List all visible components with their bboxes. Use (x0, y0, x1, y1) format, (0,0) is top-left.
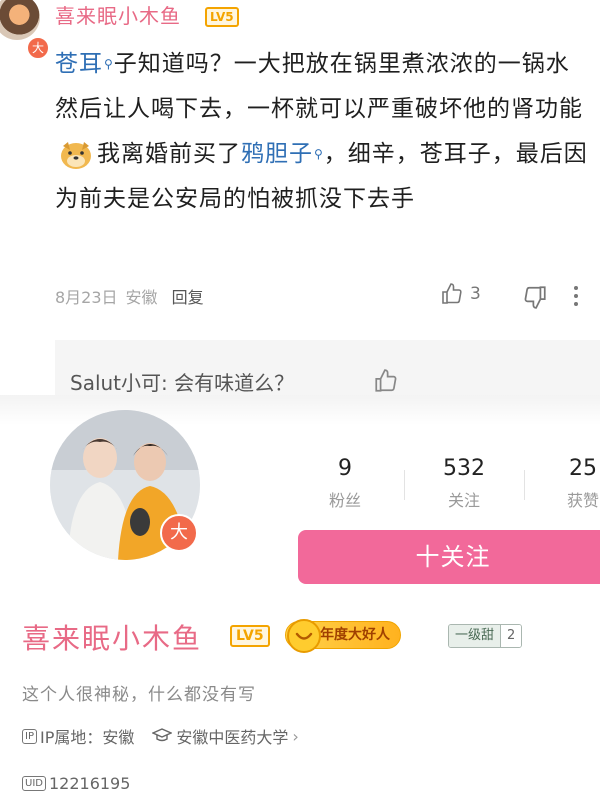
comment-meta: 8月23日 安徽 回复 (55, 284, 212, 308)
school-link[interactable]: 安徽中医药大学 › (152, 724, 299, 748)
ip-tag-icon: IP (22, 728, 37, 744)
like-count: 3 (470, 284, 481, 304)
sub-reply-text: Salut小可: 会有味道么？ (70, 371, 295, 395)
stat-label: 获赞 (566, 491, 599, 510)
like-button[interactable]: 3 (440, 282, 481, 306)
sweet-badge-label: 一级甜 (449, 625, 501, 647)
stat-value: 532 (443, 456, 485, 481)
more-vertical-icon[interactable] (572, 284, 580, 308)
ip-location: IP属地：安徽 (39, 728, 135, 747)
profile-info-row: IP IP属地：安徽 安徽中医药大学 › (22, 724, 299, 748)
stat-following[interactable]: 532 关注 (409, 456, 519, 511)
profile-name: 喜来眠小木鱼 (22, 622, 203, 655)
stat-value: 25 (569, 456, 597, 481)
uid-row: UID 12216195 (22, 774, 130, 793)
follow-button[interactable]: 十关注 (298, 530, 600, 584)
magnifier-icon: ⚲ (314, 147, 324, 161)
chevron-right-icon: › (292, 726, 299, 746)
thumb-up-icon[interactable] (373, 368, 399, 394)
uid-tag-icon: UID (22, 776, 46, 791)
magnifier-icon: ⚲ (104, 57, 114, 71)
comment-avatar-badge: 大 (26, 36, 50, 60)
stat-value: 9 (338, 456, 352, 481)
comment-date: 8月23日 (55, 288, 118, 307)
comment-keyword-link[interactable]: 鸦胆子 (241, 141, 313, 167)
smile-medal-icon (287, 619, 321, 653)
comment-location: 安徽 (125, 288, 158, 307)
thumb-down-icon[interactable] (522, 284, 548, 310)
sweet-badge-level: 2 (500, 625, 522, 647)
thumb-up-icon (442, 283, 462, 304)
comment-avatar[interactable] (0, 0, 40, 40)
comment-username[interactable]: 喜来眠小木鱼 (55, 0, 181, 29)
stat-likes[interactable]: 25 获赞 (528, 456, 600, 511)
profile-level-badge: LV5 (230, 625, 270, 647)
profile-avatar-badge: 大 (160, 514, 198, 552)
comment-text-part: 我离婚前买了 (97, 141, 241, 167)
sweet-badge[interactable]: 一级甜 2 (448, 624, 523, 648)
profile-bio: 这个人很神秘，什么都没有写 (22, 685, 256, 705)
school-name: 安徽中医药大学 (176, 728, 289, 747)
comment-text: 苍耳⚲子知道吗？一大把放在锅里煮浓浓的一锅水然后让人喝下去，一杯就可以严重破坏他… (55, 42, 590, 222)
comment-text-part: 子知道吗？一大把放在锅里煮浓浓的一锅水然后让人喝下去，一杯就可以严重破坏他的肾功… (55, 51, 583, 122)
stat-label: 关注 (447, 491, 480, 510)
stat-divider (404, 470, 405, 500)
comment-keyword-link[interactable]: 苍耳 (55, 51, 103, 77)
comment-level-badge: LV5 (205, 7, 239, 27)
graduation-cap-icon (152, 728, 173, 742)
stat-label: 粉丝 (328, 491, 361, 510)
stat-divider (524, 470, 525, 500)
uid-value: 12216195 (48, 774, 131, 793)
doge-emoji-icon (61, 141, 91, 169)
stat-followers[interactable]: 9 粉丝 (290, 456, 400, 511)
reply-button[interactable]: 回复 (172, 288, 204, 307)
